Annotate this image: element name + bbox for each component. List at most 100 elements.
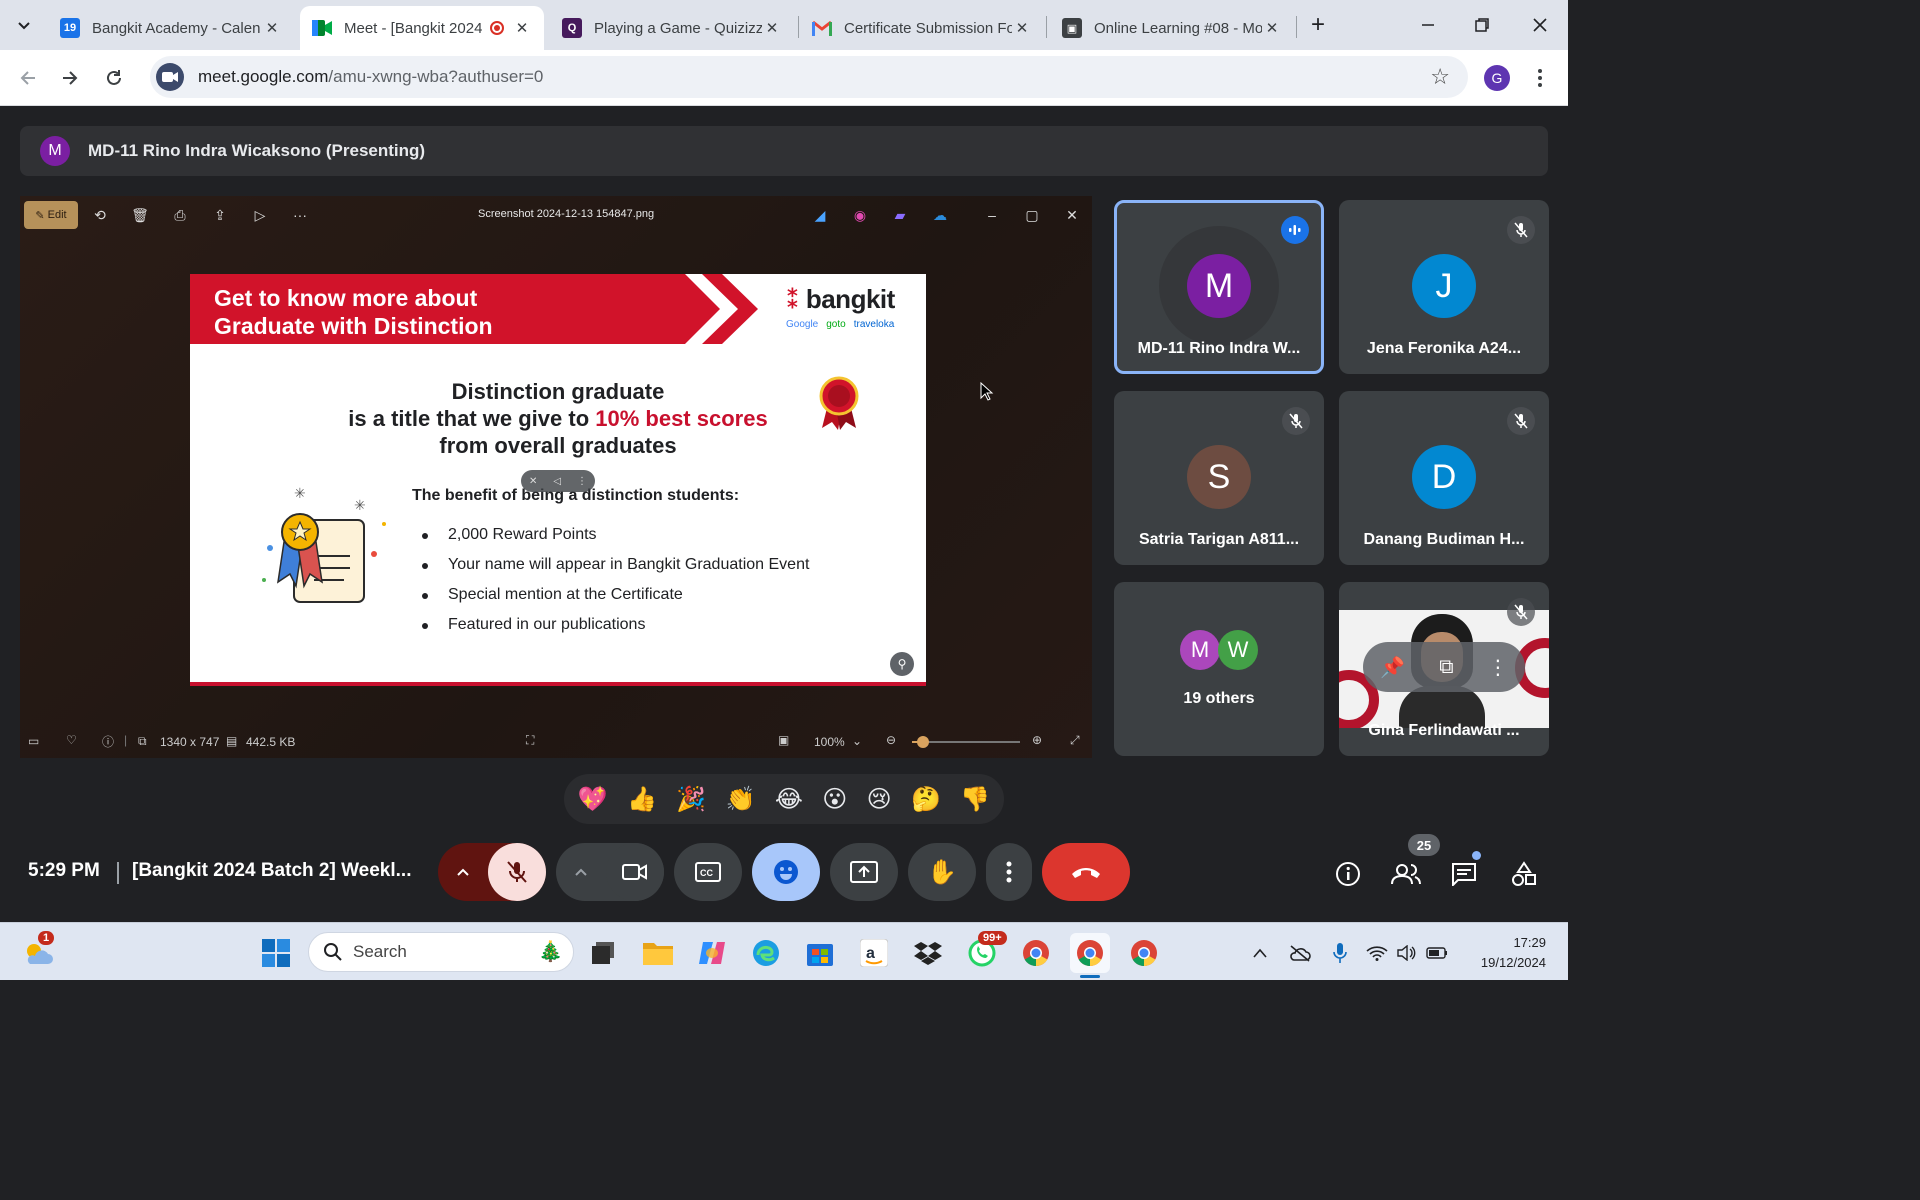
restore-icon[interactable] xyxy=(1462,8,1502,42)
chat-button[interactable] xyxy=(1446,856,1482,892)
zoom-out-icon: ⊖ xyxy=(886,733,897,747)
wifi-icon[interactable] xyxy=(1362,933,1392,973)
reaction-clap-button[interactable]: 👏 xyxy=(726,785,756,814)
microsoft-store-icon[interactable] xyxy=(800,933,840,973)
reaction-thumbs-down-button[interactable]: 👎 xyxy=(960,785,990,814)
close-window-icon[interactable] xyxy=(1520,8,1560,42)
tab-divider xyxy=(1046,16,1047,38)
svg-text:✳: ✳ xyxy=(294,486,306,502)
tab-meet[interactable]: Meet - [Bangkit 2024 ✕ xyxy=(300,6,544,50)
reaction-heart-button[interactable]: 💖 xyxy=(578,785,608,814)
close-icon[interactable]: ✕ xyxy=(1012,19,1032,37)
volume-icon[interactable] xyxy=(1392,933,1422,973)
dropbox-icon[interactable] xyxy=(908,933,948,973)
presenter-bar: M MD-11 Rino Indra Wicaksono (Presenting… xyxy=(20,126,1548,176)
pin-icon[interactable]: 📌 xyxy=(1380,655,1405,680)
start-menu-icon[interactable] xyxy=(256,933,296,973)
mouse-cursor-icon xyxy=(980,382,994,401)
taskbar-search[interactable]: Search 🎄 xyxy=(308,932,574,972)
participant-tile[interactable]: 📌 ⧉ ⋮ Gina Ferlindawati ... xyxy=(1339,582,1549,756)
tab-calendar[interactable]: 19 Bangkit Academy - Calen ✕ xyxy=(48,6,294,50)
more-vert-icon xyxy=(1006,861,1012,883)
address-bar[interactable]: meet.google.com/amu-xwng-wba?authuser=0 … xyxy=(150,56,1468,98)
close-icon[interactable]: ✕ xyxy=(262,19,282,37)
zoom-lens-icon: ⚲ xyxy=(890,652,914,676)
tab-quizizz[interactable]: Q Playing a Game - Quizizz ✕ xyxy=(550,6,794,50)
presenter-label: MD-11 Rino Indra Wicaksono (Presenting) xyxy=(88,141,426,160)
battery-icon[interactable] xyxy=(1422,933,1452,973)
raise-hand-button[interactable]: ✋ xyxy=(908,843,976,901)
fit-icon: ▣ xyxy=(778,733,790,747)
print-icon: ⎙ xyxy=(174,206,186,223)
site-info-icon[interactable] xyxy=(156,63,184,91)
reload-icon[interactable] xyxy=(96,60,132,96)
media-controls-overlay: ✕ ◁ ⋮ xyxy=(521,470,595,492)
mic-off-icon xyxy=(1507,407,1535,435)
browser-menu-icon[interactable] xyxy=(1522,60,1558,96)
meeting-info-button[interactable] xyxy=(1330,856,1366,892)
new-tab-button[interactable]: + xyxy=(1298,8,1338,42)
camera-options-button[interactable] xyxy=(556,843,606,901)
filesize-icon: ▤ xyxy=(226,734,238,748)
close-icon[interactable]: ✕ xyxy=(512,19,532,37)
recording-icon xyxy=(490,21,504,35)
cloud-sync-icon[interactable] xyxy=(1282,933,1318,973)
participant-tile[interactable]: D Danang Budiman H... xyxy=(1339,391,1549,565)
mic-options-button[interactable] xyxy=(438,843,488,901)
browser-toolbar: meet.google.com/amu-xwng-wba?authuser=0 … xyxy=(0,50,1568,106)
participant-tile[interactable]: S Satria Tarigan A811... xyxy=(1114,391,1324,565)
show-hidden-icons-icon[interactable] xyxy=(1242,933,1278,973)
close-icon[interactable]: ✕ xyxy=(1262,19,1282,37)
captions-button[interactable]: CC xyxy=(674,843,742,901)
close-icon[interactable]: ✕ xyxy=(762,19,782,37)
reaction-surprised-button[interactable]: 😮 xyxy=(822,785,847,814)
camera-toggle-button[interactable] xyxy=(606,843,664,901)
back-icon[interactable] xyxy=(10,60,46,96)
microphone-icon[interactable] xyxy=(1322,933,1358,973)
copilot-icon[interactable] xyxy=(692,933,732,973)
activities-button[interactable] xyxy=(1506,856,1542,892)
mic-toggle-button[interactable] xyxy=(488,843,546,901)
tab-search-chevron-icon[interactable] xyxy=(4,8,44,42)
chrome-icon[interactable] xyxy=(1016,933,1056,973)
participant-name: Satria Tarigan A811... xyxy=(1138,531,1300,548)
forward-icon[interactable] xyxy=(52,60,88,96)
chrome-profile-icon[interactable] xyxy=(1070,933,1110,973)
tile-hover-controls[interactable]: 📌 ⧉ ⋮ xyxy=(1363,642,1525,692)
task-view-icon[interactable] xyxy=(584,933,624,973)
amazon-icon[interactable]: a xyxy=(854,933,894,973)
present-screen-button[interactable] xyxy=(830,843,898,901)
quizizz-icon: Q xyxy=(562,18,582,38)
frame-icon[interactable]: ⧉ xyxy=(1439,656,1453,679)
more-options-button[interactable] xyxy=(986,843,1032,901)
list-item: Your name will appear in Bangkit Graduat… xyxy=(422,556,809,586)
tab-gmail[interactable]: Certificate Submission Fo ✕ xyxy=(800,6,1044,50)
people-button[interactable] xyxy=(1386,856,1426,892)
scan-icon: ⛶ xyxy=(526,733,535,747)
chrome-profile-2-icon[interactable] xyxy=(1124,933,1164,973)
clock-time: 17:29 xyxy=(1513,935,1546,950)
minimize-icon[interactable] xyxy=(1408,8,1448,42)
more-vert-icon: ⋮ xyxy=(577,475,588,487)
reaction-thumbs-up-button[interactable]: 👍 xyxy=(627,785,657,814)
participant-tile[interactable]: J Jena Feronika A24... xyxy=(1339,200,1549,374)
leave-call-button[interactable] xyxy=(1042,843,1130,901)
reaction-laugh-button[interactable]: 😂 xyxy=(775,785,803,814)
tab-title: Playing a Game - Quizizz xyxy=(594,19,762,37)
file-explorer-icon[interactable] xyxy=(638,933,678,973)
taskbar-clock[interactable]: 17:29 19/12/2024 xyxy=(1481,933,1546,973)
profile-avatar[interactable]: G xyxy=(1484,65,1510,91)
edge-icon[interactable] xyxy=(746,933,786,973)
people-icon xyxy=(1391,864,1421,885)
others-tile[interactable]: M W 19 others xyxy=(1114,582,1324,756)
reaction-party-button[interactable]: 🎉 xyxy=(676,785,706,814)
emoji-button[interactable] xyxy=(752,843,820,901)
more-vert-icon[interactable]: ⋮ xyxy=(1488,655,1508,680)
reaction-thinking-button[interactable]: 🤔 xyxy=(911,785,941,814)
tab-classroom[interactable]: ▣ Online Learning #08 - Mo ✕ xyxy=(1050,6,1294,50)
bookmark-star-icon[interactable]: ☆ xyxy=(1430,64,1450,90)
participant-tile[interactable]: M MD-11 Rino Indra W... xyxy=(1114,200,1324,374)
participant-name: Jena Feronika A24... xyxy=(1366,340,1522,357)
reaction-sad-button[interactable]: 😢 xyxy=(867,785,892,814)
holiday-illustration-icon: 🎄 xyxy=(538,941,563,963)
